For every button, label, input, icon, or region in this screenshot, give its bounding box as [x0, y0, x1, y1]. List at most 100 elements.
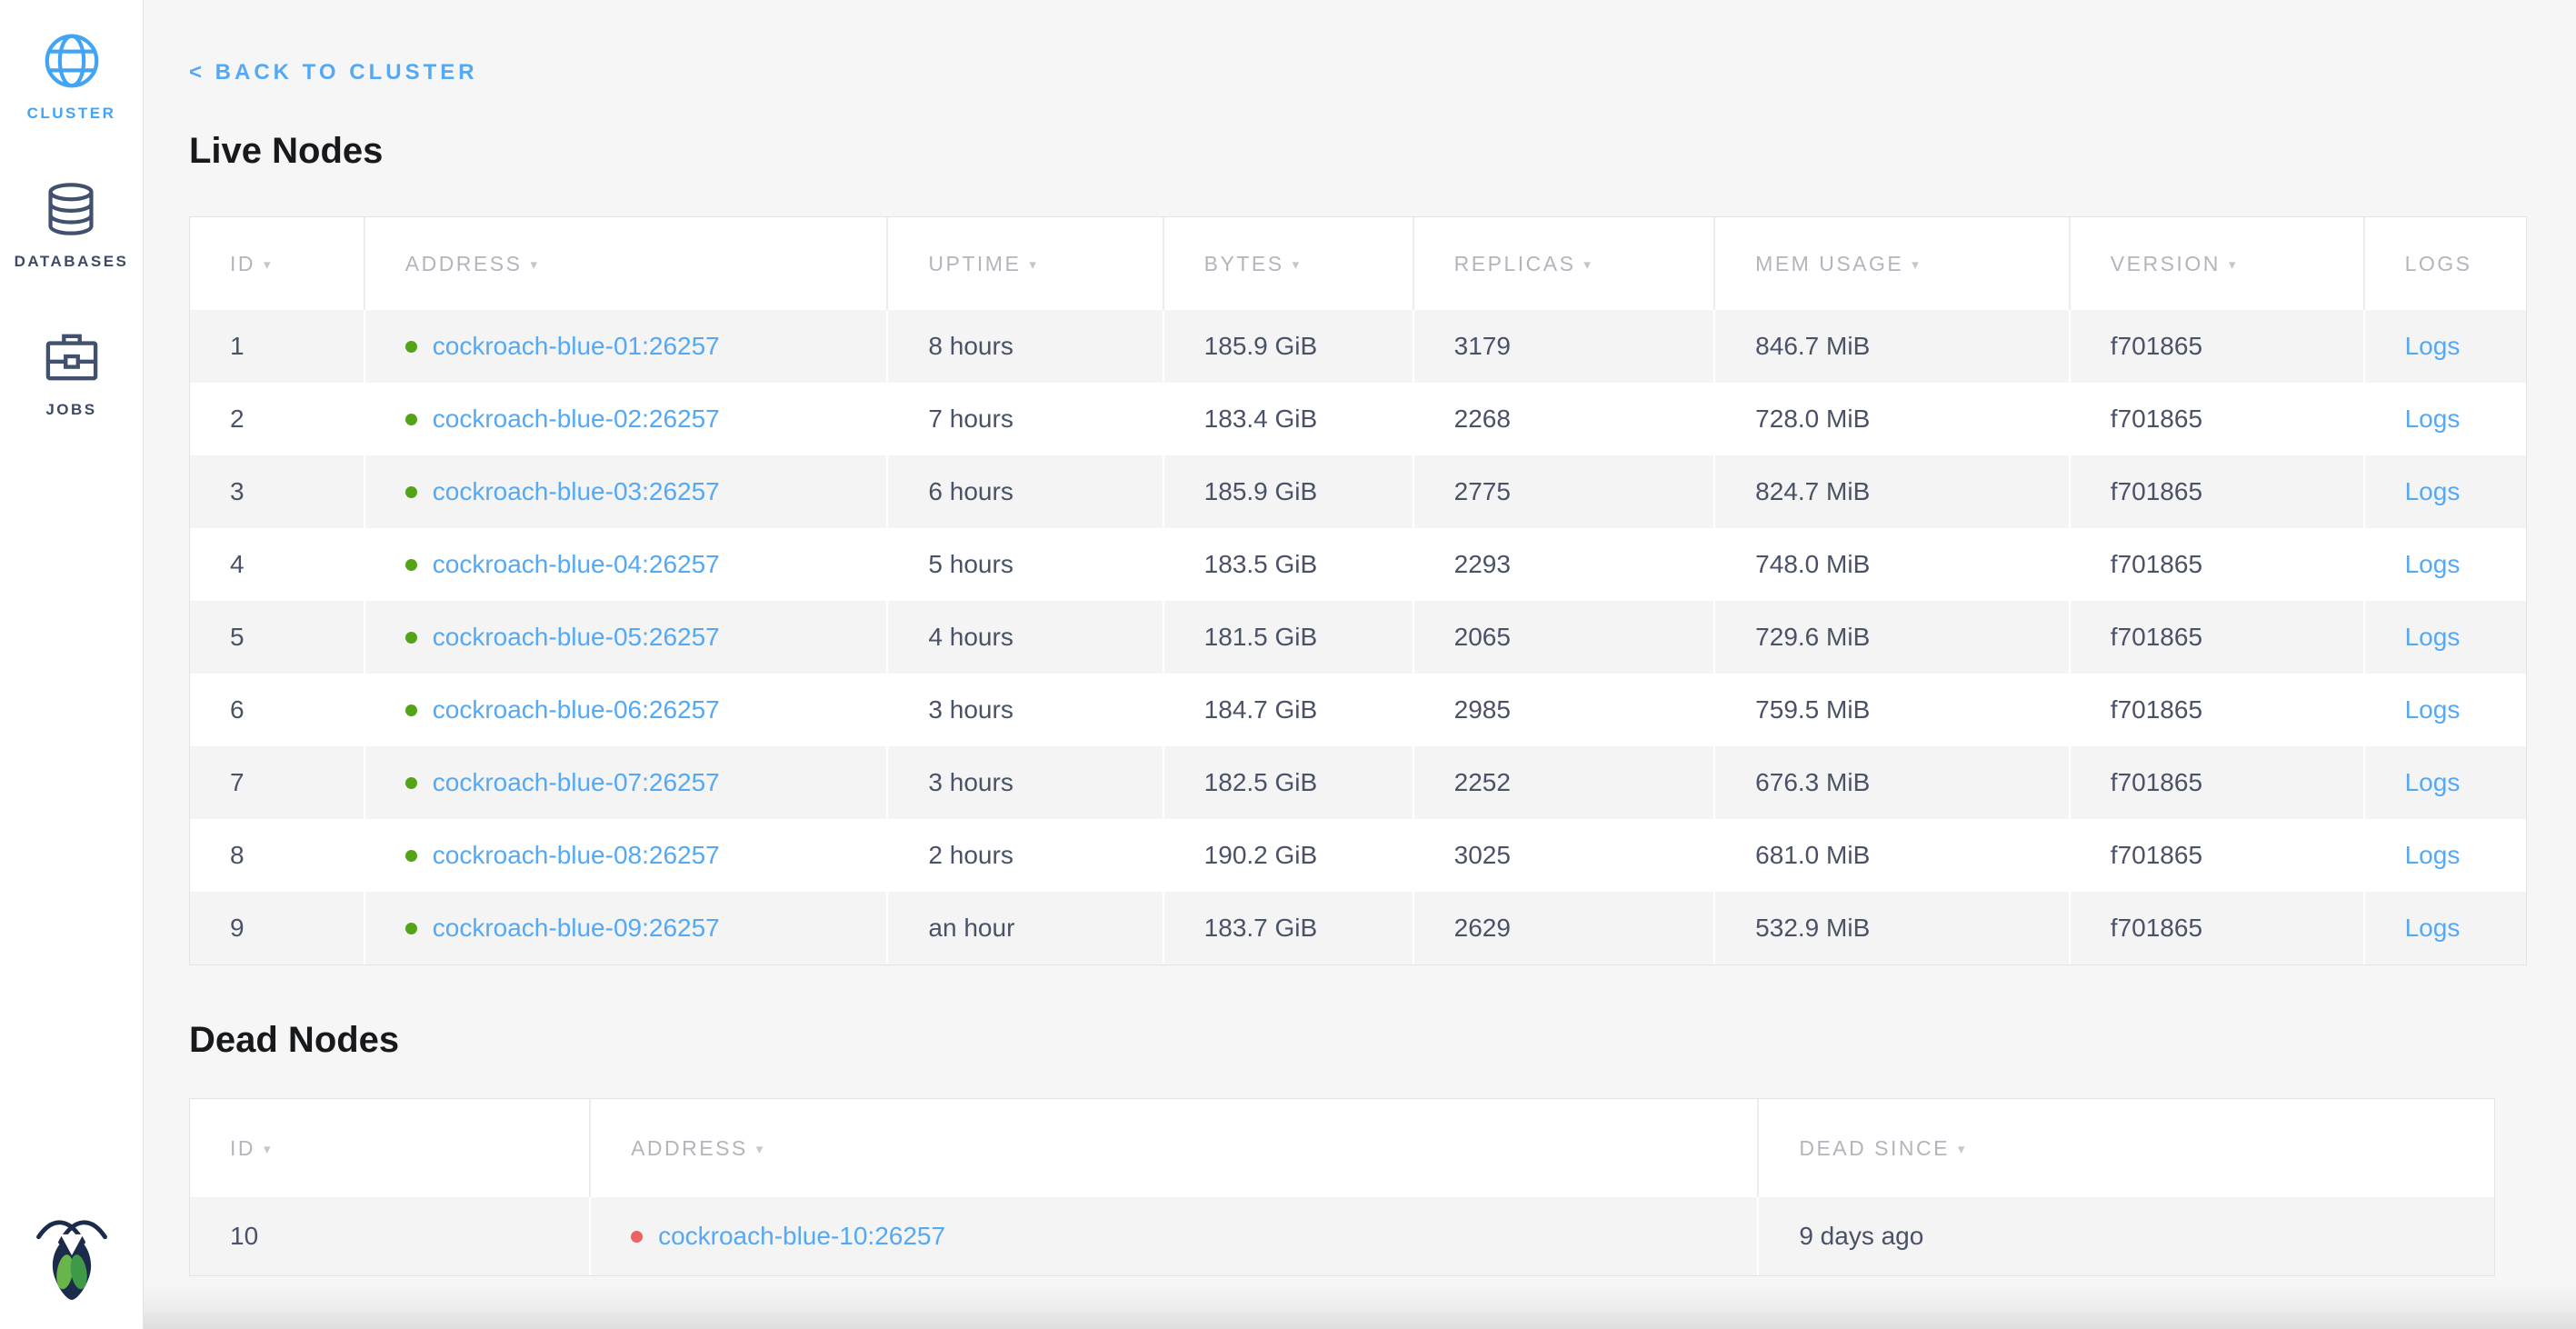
node-address-link[interactable]: cockroach-blue-02:26257 [433, 405, 720, 434]
cell-node-id: 4 [190, 528, 365, 601]
column-header-dead-since[interactable]: DEAD SINCE▾ [1759, 1099, 2494, 1197]
cell-mem-usage: 748.0 MiB [1715, 528, 2071, 601]
sidebar-item-jobs[interactable]: JOBS [42, 327, 102, 419]
node-status-dot [405, 414, 417, 425]
logs-link[interactable]: Logs [2405, 550, 2461, 578]
cell-node-id: 7 [190, 746, 365, 819]
column-header-id[interactable]: ID▾ [190, 217, 365, 310]
cell-replicas: 2065 [1414, 601, 1716, 674]
table-row: 6cockroach-blue-06:262573 hours184.7 GiB… [190, 674, 2526, 746]
sort-arrow-icon: ▾ [264, 257, 273, 273]
cell-address: cockroach-blue-09:26257 [365, 892, 889, 964]
sidebar-item-cluster[interactable]: CLUSTER [27, 31, 116, 123]
cell-uptime: 2 hours [888, 819, 1163, 892]
cell-logs: Logs [2365, 455, 2526, 528]
node-address-link[interactable]: cockroach-blue-01:26257 [433, 332, 720, 361]
cell-uptime: 3 hours [888, 746, 1163, 819]
logs-link[interactable]: Logs [2405, 477, 2461, 505]
logs-link[interactable]: Logs [2405, 914, 2461, 942]
cell-node-id: 6 [190, 674, 365, 746]
logs-link[interactable]: Logs [2405, 623, 2461, 651]
cell-replicas: 2985 [1414, 674, 1716, 746]
logs-link[interactable]: Logs [2405, 332, 2461, 360]
dead-nodes-table-body: 10cockroach-blue-10:262579 days ago [190, 1197, 2494, 1275]
logs-link[interactable]: Logs [2405, 405, 2461, 433]
node-address-link[interactable]: cockroach-blue-03:26257 [433, 477, 720, 506]
column-header-label: BYTES [1204, 252, 1284, 275]
node-status-dot [405, 341, 417, 353]
node-address-link[interactable]: cockroach-blue-06:26257 [433, 695, 720, 724]
cell-version: f701865 [2071, 674, 2365, 746]
live-nodes-table-body: 1cockroach-blue-01:262578 hours185.9 GiB… [190, 310, 2526, 964]
back-to-cluster-link[interactable]: < BACK TO CLUSTER [189, 60, 478, 85]
cell-mem-usage: 846.7 MiB [1715, 310, 2071, 383]
column-header-label: ID [230, 1136, 255, 1160]
sort-arrow-icon: ▾ [1912, 257, 1921, 273]
table-header-row: ID▾ADDRESS▾UPTIME▾BYTES▾REPLICAS▾MEM USA… [190, 217, 2526, 310]
column-header-replicas[interactable]: REPLICAS▾ [1414, 217, 1716, 310]
cell-node-id: 1 [190, 310, 365, 383]
column-header-logs: LOGS [2365, 217, 2526, 310]
node-address-link[interactable]: cockroach-blue-09:26257 [433, 914, 720, 943]
dead-nodes-table-header: ID▾ADDRESS▾DEAD SINCE▾ [190, 1099, 2494, 1197]
cell-node-id: 10 [190, 1197, 591, 1275]
cell-bytes: 182.5 GiB [1164, 746, 1414, 819]
cell-replicas: 3025 [1414, 819, 1716, 892]
briefcase-icon [42, 327, 102, 387]
cell-version: f701865 [2071, 383, 2365, 455]
logs-link[interactable]: Logs [2405, 841, 2461, 869]
databases-icon [41, 179, 101, 239]
sort-arrow-icon: ▾ [1293, 257, 1302, 273]
table-row: 10cockroach-blue-10:262579 days ago [190, 1197, 2494, 1275]
column-header-address[interactable]: ADDRESS▾ [591, 1099, 1759, 1197]
column-header-id[interactable]: ID▾ [190, 1099, 591, 1197]
cell-mem-usage: 532.9 MiB [1715, 892, 2071, 964]
sidebar-item-label: JOBS [45, 401, 96, 419]
sort-arrow-icon: ▾ [756, 1142, 765, 1157]
node-address-link[interactable]: cockroach-blue-08:26257 [433, 841, 720, 870]
cell-logs: Logs [2365, 892, 2526, 964]
node-status-dot [405, 777, 417, 789]
cell-replicas: 2268 [1414, 383, 1716, 455]
cell-bytes: 183.7 GiB [1164, 892, 1414, 964]
column-header-label: UPTIME [928, 252, 1021, 275]
logs-link[interactable]: Logs [2405, 768, 2461, 796]
table-header-row: ID▾ADDRESS▾DEAD SINCE▾ [190, 1099, 2494, 1197]
cell-mem-usage: 681.0 MiB [1715, 819, 2071, 892]
cell-address: cockroach-blue-05:26257 [365, 601, 889, 674]
cell-logs: Logs [2365, 310, 2526, 383]
column-header-label: DEAD SINCE [1799, 1136, 1950, 1160]
cell-bytes: 185.9 GiB [1164, 455, 1414, 528]
node-address-link[interactable]: cockroach-blue-07:26257 [433, 768, 720, 797]
column-header-uptime[interactable]: UPTIME ▾ [888, 217, 1163, 310]
cell-logs: Logs [2365, 601, 2526, 674]
node-address-link[interactable]: cockroach-blue-10:26257 [658, 1222, 945, 1251]
dead-nodes-table: ID▾ADDRESS▾DEAD SINCE▾ 10cockroach-blue-… [189, 1098, 2495, 1276]
column-header-address[interactable]: ADDRESS▾ [365, 217, 889, 310]
logs-link[interactable]: Logs [2405, 695, 2461, 724]
column-header-mem-usage[interactable]: MEM USAGE ▾ [1715, 217, 2071, 310]
column-header-bytes[interactable]: BYTES ▾ [1164, 217, 1414, 310]
cell-replicas: 2629 [1414, 892, 1716, 964]
cell-uptime: 6 hours [888, 455, 1163, 528]
cell-logs: Logs [2365, 746, 2526, 819]
sort-arrow-icon: ▾ [2229, 257, 2238, 273]
node-address-link[interactable]: cockroach-blue-04:26257 [433, 550, 720, 579]
sort-arrow-icon: ▾ [1029, 257, 1038, 273]
sidebar-item-databases[interactable]: DATABASES [15, 179, 129, 271]
cell-node-id: 9 [190, 892, 365, 964]
column-header-version[interactable]: VERSION▾ [2071, 217, 2365, 310]
table-row: 4cockroach-blue-04:262575 hours183.5 GiB… [190, 528, 2526, 601]
table-row: 9cockroach-blue-09:26257an hour183.7 GiB… [190, 892, 2526, 964]
sort-arrow-icon: ▾ [530, 257, 539, 273]
sidebar: CLUSTER DATABASES [0, 0, 144, 1329]
column-header-label: LOGS [2405, 252, 2472, 275]
dead-nodes-title: Dead Nodes [189, 1018, 2527, 1062]
table-row: 7 cockroach-blue-07:26257 3 hours182.5 GiB… [190, 746, 2526, 819]
column-header-label: MEM USAGE [1755, 252, 1903, 275]
cell-version: f701865 [2071, 746, 2365, 819]
cell-replicas: 2293 [1414, 528, 1716, 601]
node-address-link[interactable]: cockroach-blue-05:26257 [433, 623, 720, 652]
sidebar-item-label: CLUSTER [27, 105, 116, 123]
cell-mem-usage: 729.6 MiB [1715, 601, 2071, 674]
